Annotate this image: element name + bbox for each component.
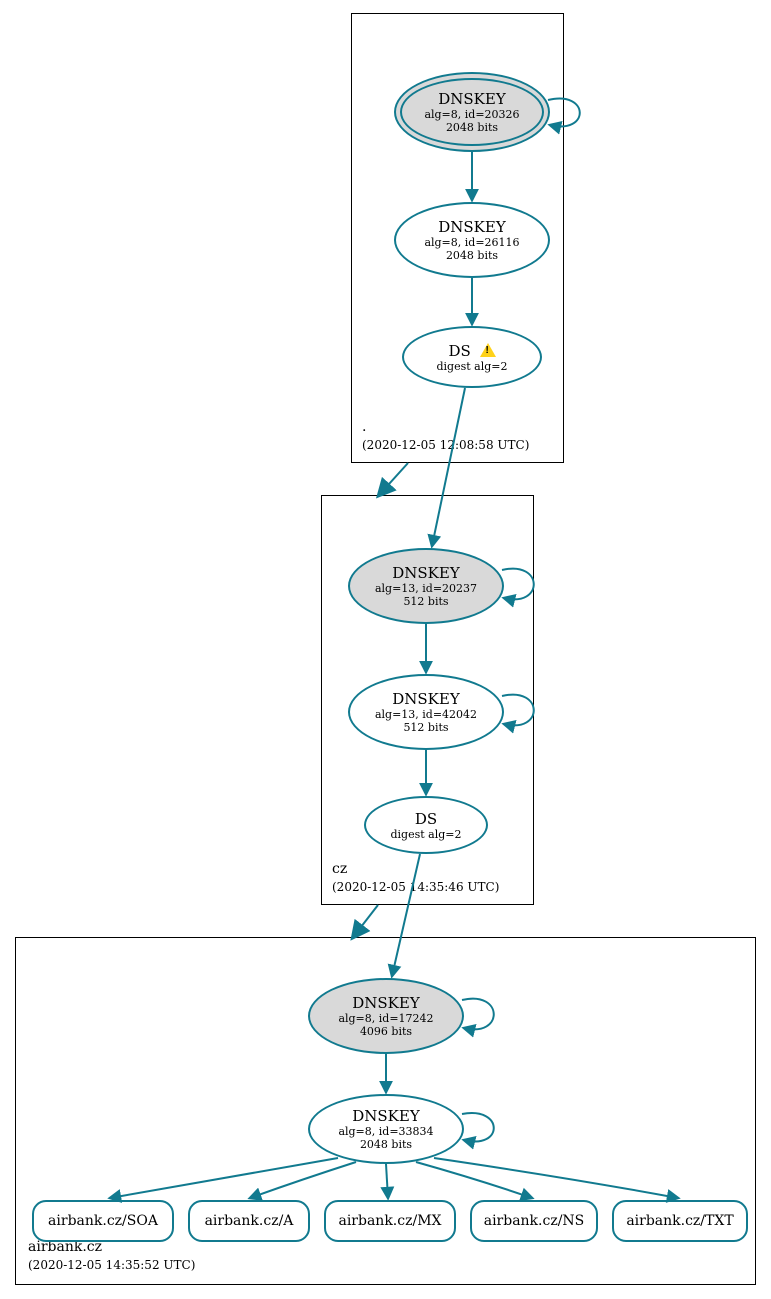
node-leaf-zsk: DNSKEY alg=8, id=33834 2048 bits xyxy=(308,1094,464,1164)
node-cz-zsk: DNSKEY alg=13, id=42042 512 bits xyxy=(348,674,504,750)
warning-icon xyxy=(480,343,496,357)
node-cz-ds: DS digest alg=2 xyxy=(364,796,488,854)
rrset-mx: airbank.cz/MX xyxy=(324,1200,456,1242)
node-root-ksk: DNSKEY alg=8, id=20326 2048 bits xyxy=(394,72,550,152)
node-root-ds: DS digest alg=2 xyxy=(402,326,542,388)
node-root-zsk: DNSKEY alg=8, id=26116 2048 bits xyxy=(394,202,550,278)
zone-ts-root: (2020-12-05 12:08:58 UTC) xyxy=(362,437,529,454)
zone-name-cz: cz xyxy=(332,860,499,880)
rrset-a: airbank.cz/A xyxy=(188,1200,310,1242)
node-leaf-ksk: DNSKEY alg=8, id=17242 4096 bits xyxy=(308,978,464,1054)
rrset-soa: airbank.cz/SOA xyxy=(32,1200,174,1242)
rrset-txt: airbank.cz/TXT xyxy=(612,1200,748,1242)
zone-ts-cz: (2020-12-05 14:35:46 UTC) xyxy=(332,879,499,896)
label: DNSKEY xyxy=(438,90,506,108)
node-cz-ksk: DNSKEY alg=13, id=20237 512 bits xyxy=(348,548,504,624)
zone-name-root: . xyxy=(362,418,529,438)
label: alg=8, id=20326 xyxy=(424,108,519,121)
zone-ts-leaf: (2020-12-05 14:35:52 UTC) xyxy=(28,1257,195,1274)
label: 2048 bits xyxy=(446,121,498,134)
rrset-ns: airbank.cz/NS xyxy=(470,1200,598,1242)
